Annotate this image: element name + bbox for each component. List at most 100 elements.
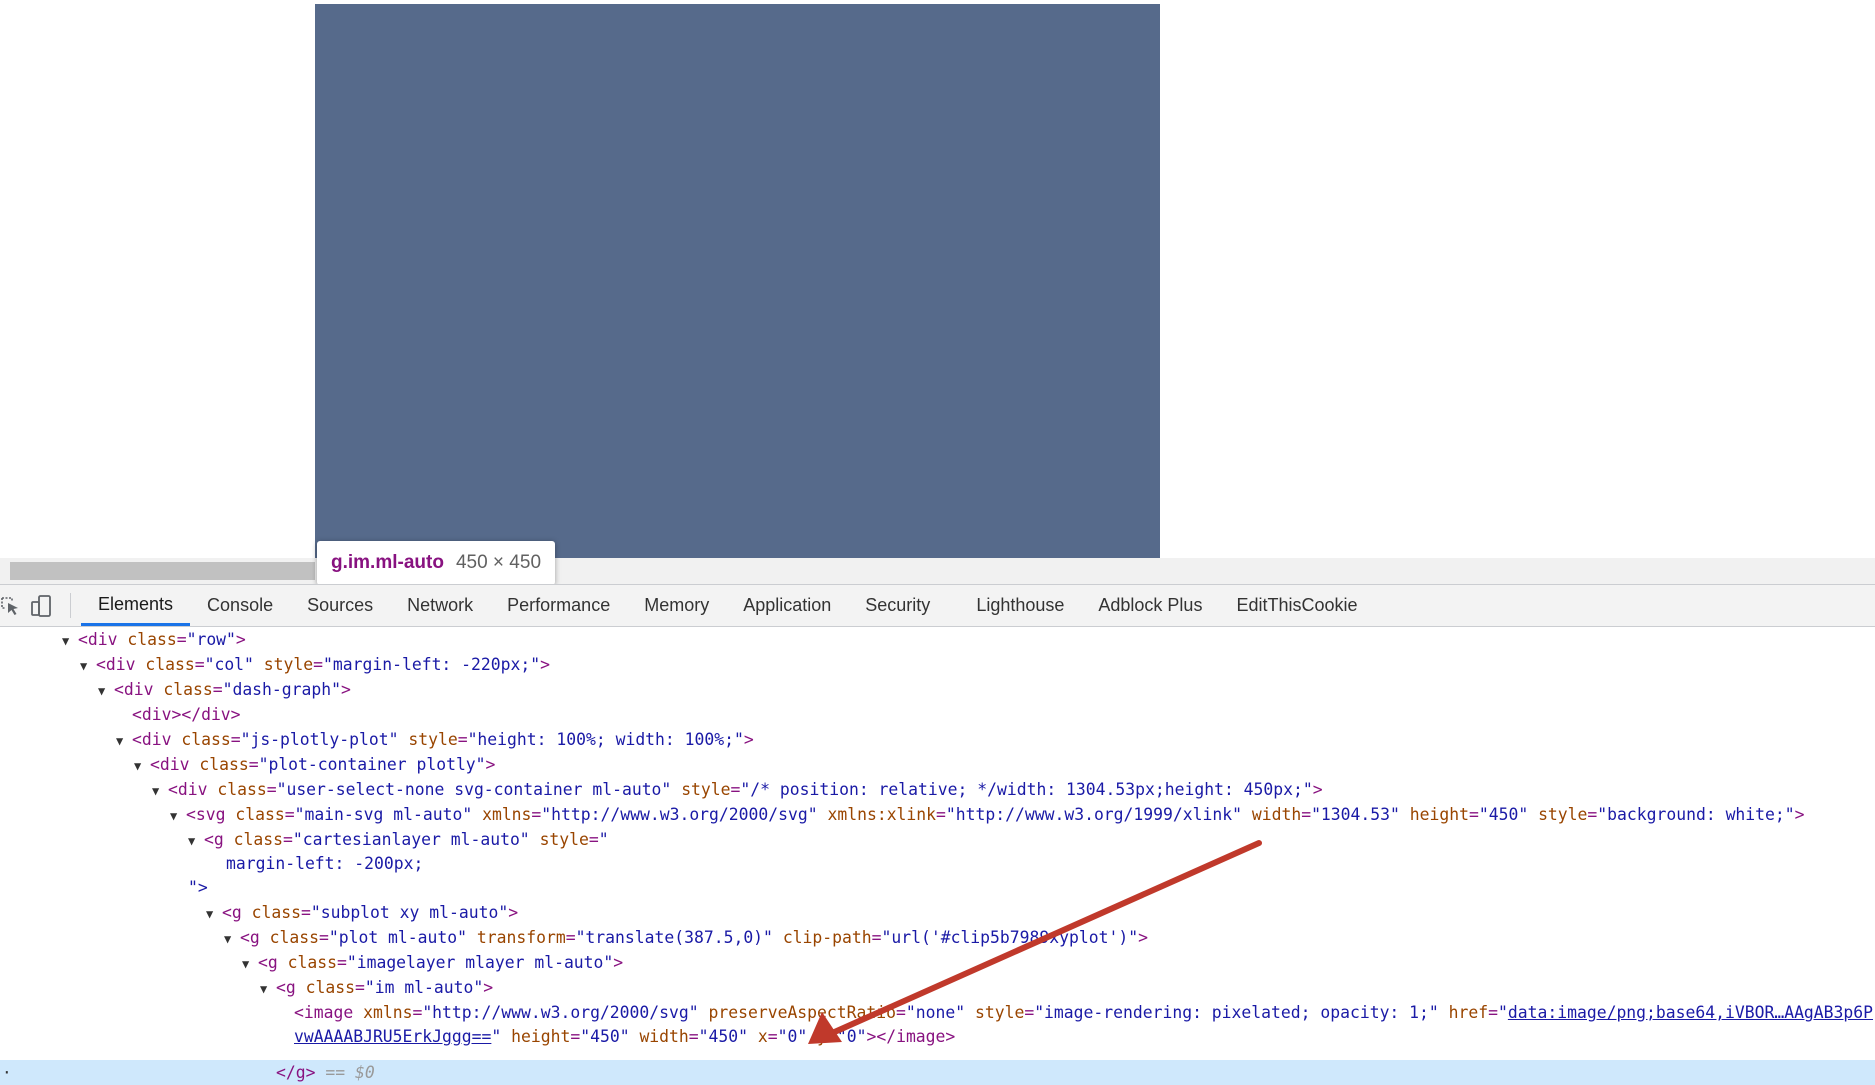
dom-node-div-col[interactable]: ▼ <div class="col" style="margin-left: -2… [80,652,550,677]
href-link[interactable]: data:image/png;base64,iVBOR…AAgAB3p6P [1508,1003,1873,1022]
attr-value: "row" [186,630,236,649]
dom-node-g-close-selected[interactable]: </g> == $0 [276,1060,375,1085]
attr-value: "url('#clip5b7989xyplot')" [881,928,1139,947]
tag-close: > [1794,805,1805,824]
attr-name: class [233,830,283,849]
attr-name: style [1538,805,1588,824]
tab-performance[interactable]: Performance [490,585,627,626]
horizontal-scrollbar-thumb[interactable] [10,562,315,580]
tab-network[interactable]: Network [390,585,490,626]
attr-name: y [817,1027,827,1046]
expand-triangle-icon[interactable]: ▼ [224,927,240,952]
console-ref-label: == $0 [325,1063,375,1082]
tag-close: > [508,903,519,922]
tag-close: > [743,730,754,749]
expand-triangle-icon[interactable]: ▼ [134,754,150,779]
expand-triangle-icon[interactable]: ▼ [152,779,168,804]
tab-sources[interactable]: Sources [290,585,390,626]
dom-node-image[interactable]: <image xmlns="http://www.w3.org/2000/svg… [294,1000,1873,1025]
dom-node-main-svg[interactable]: ▼ <svg class="main-svg ml-auto" xmlns="ht… [170,802,1805,827]
tab-editthiscookie[interactable]: EditThisCookie [1219,585,1374,626]
attr-name: style [974,1003,1025,1022]
attr-name: class [305,978,355,997]
tag-open: <image [294,1003,354,1022]
dom-node-cartesianlayer[interactable]: ▼ <g class="cartesianlayer ml-auto" style… [188,827,609,852]
expand-triangle-icon[interactable]: ▼ [116,729,132,754]
tab-application[interactable]: Application [726,585,848,626]
tag-close: > [613,953,624,972]
tag-text: <div></div> [132,705,241,724]
dom-node-js-plotly-plot[interactable]: ▼ <div class="js-plotly-plot" style="heig… [116,727,754,752]
attr-name: clip-path [782,928,872,947]
attr-name: transform [476,928,566,947]
attr-name: width [1251,805,1302,824]
expand-triangle-icon[interactable]: ▼ [98,679,114,704]
attr-name: width [639,1027,689,1046]
attr-name: x [757,1027,768,1046]
attr-name: style [263,655,314,674]
dom-node-empty-div[interactable]: <div></div> [132,702,241,727]
tab-elements[interactable]: Elements [81,585,191,626]
device-toolbar-icon[interactable] [22,585,60,626]
tag-open: <g [258,953,278,972]
tag-open: <svg [186,805,226,824]
attr-quote: " [491,1027,502,1046]
dom-node-svg-container[interactable]: ▼ <div class="user-select-none svg-contai… [152,777,1323,802]
expand-triangle-icon[interactable]: ▼ [206,902,222,927]
tag-open: <g [240,928,260,947]
inspect-element-icon[interactable] [0,585,22,626]
dom-node-plot-container[interactable]: ▼ <div class="plot-container plotly"> [134,752,495,777]
attr-value: "image-rendering: pixelated; opacity: 1;… [1034,1003,1439,1022]
tag-close: > [1312,780,1323,799]
tag-close: > [540,655,550,674]
attr-name: class [287,953,337,972]
dom-node-div-row[interactable]: ▼ <div class="row"> [62,627,246,652]
attr-value: "http://www.w3.org/2000/svg" [422,1003,699,1022]
tab-adblock-plus[interactable]: Adblock Plus [1081,585,1219,626]
devtools-tabbar: Elements Console Sources Network Perform… [0,584,1875,627]
tooltip-dimensions: 450 × 450 [455,552,542,573]
dom-node-div-dash-graph[interactable]: ▼ <div class="dash-graph"> [98,677,351,702]
attr-value: "main-svg ml-auto" [294,805,473,824]
tab-memory[interactable]: Memory [627,585,726,626]
attr-value: "0" [777,1027,808,1046]
attr-value: "margin-left: -220px;" [323,655,541,674]
attr-name: class [199,755,249,774]
tag-close: ></image> [866,1027,956,1046]
attr-value: "cartesianlayer ml-auto" [292,830,530,849]
expand-triangle-icon[interactable]: ▼ [188,829,204,854]
inspect-tooltip: g.im.ml-auto 450 × 450 [317,541,556,584]
attr-name: height [511,1027,571,1046]
dom-node-image-continued[interactable]: vwAAAABJRU5ErkJggg==" height="450" width… [294,1024,955,1049]
attr-value: "im ml-auto" [364,978,484,997]
attr-value: "plot ml-auto" [328,928,467,947]
href-link[interactable]: vwAAAABJRU5ErkJggg== [294,1027,491,1046]
expand-triangle-icon[interactable]: ▼ [242,952,258,977]
tag-open: <div [78,630,118,649]
tag-open: <div [96,655,136,674]
tab-security[interactable]: Security [848,585,947,626]
elements-dom-tree: · ▼ <div class="row"> ▼ <div class="col" s… [0,627,1875,1085]
attr-value: "http://www.w3.org/2000/svg" [541,805,818,824]
attr-value: "height: 100%; width: 100%;" [467,730,744,749]
attr-value: "0" [836,1027,867,1046]
attr-name: style [408,730,458,749]
dom-node-subplot[interactable]: ▼ <g class="subplot xy ml-auto"> [206,900,518,925]
dom-node-im[interactable]: ▼ <g class="im ml-auto"> [260,975,493,1000]
expand-triangle-icon[interactable]: ▼ [260,977,276,1002]
attr-name: class [217,780,267,799]
dom-node-imagelayer[interactable]: ▼ <g class="imagelayer mlayer ml-auto"> [242,950,623,975]
expand-triangle-icon[interactable]: ▼ [170,804,186,829]
attr-value: " [598,830,609,849]
attr-name: href [1448,1003,1489,1022]
attr-value: "> [188,878,208,897]
expand-triangle-icon[interactable]: ▼ [80,654,96,679]
tab-lighthouse[interactable]: Lighthouse [959,585,1081,626]
attr-name: class [163,680,213,699]
tag-close: > [485,755,496,774]
tag-close: > [1138,928,1148,947]
tab-console[interactable]: Console [190,585,290,626]
expand-triangle-icon[interactable]: ▼ [62,629,78,654]
attr-name: class [269,928,319,947]
dom-node-plot[interactable]: ▼ <g class="plot ml-auto" transform="tran… [224,925,1148,950]
